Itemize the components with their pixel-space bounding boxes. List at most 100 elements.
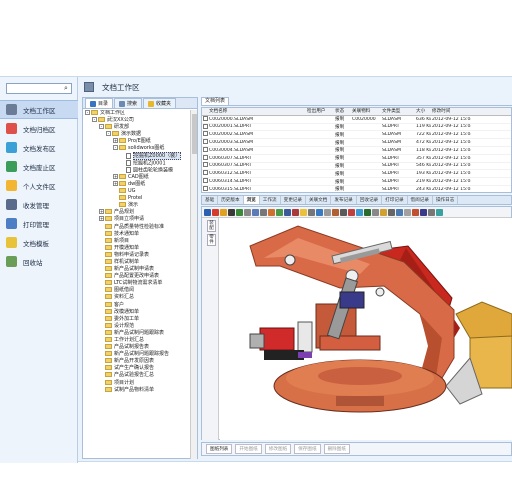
viewer-tab[interactable]: 操作日志: [433, 196, 459, 204]
tree-node[interactable]: - 武汉XX公司: [83, 117, 191, 124]
expand-icon[interactable]: +: [113, 138, 118, 144]
tree-node[interactable]: 资料汇总: [83, 294, 191, 301]
tree-node[interactable]: 物料申请记录表: [83, 251, 191, 259]
tree-scrollbar[interactable]: [190, 110, 197, 459]
table-row[interactable]: C0030004.SLDASM 报制 SLDASM 118 KB 2012-09-12 …: [202, 146, 511, 155]
viewer-tab[interactable]: 历史版本: [218, 196, 244, 204]
tree-node[interactable]: 试制产品物料清单: [83, 386, 191, 394]
toolbar-tool-icon[interactable]: [220, 208, 227, 216]
tree-node[interactable]: UG: [83, 188, 191, 195]
tab-catalog[interactable]: 目录: [85, 98, 114, 108]
tree-node[interactable]: - 文档工作区: [83, 110, 191, 117]
viewer-tab[interactable]: 基础: [202, 196, 219, 204]
tree-node[interactable]: 委外加工单: [83, 315, 191, 323]
sidebar-item-doc-abolish[interactable]: 文档废止区: [0, 157, 78, 176]
tree-node[interactable]: 项目计划: [83, 379, 191, 387]
toolbar-tool-icon[interactable]: [316, 208, 323, 216]
tree-node[interactable]: 挖掘机Z0000（装）: [83, 152, 191, 161]
tree-node[interactable]: 新项目: [83, 237, 191, 245]
column-header[interactable]: 状态: [334, 108, 351, 114]
toolbar-tool-icon[interactable]: [292, 208, 299, 216]
column-header[interactable]: 检出用户: [306, 108, 334, 114]
expand-icon[interactable]: +: [99, 216, 104, 222]
tree-node[interactable]: + CAD图纸: [83, 173, 191, 181]
viewer-side-tab[interactable]: 装配: [207, 220, 216, 232]
table-row[interactable]: C0060315.SLDPRT 报制 SLDPRT 243 KB 2012-09-12 …: [202, 185, 511, 192]
toolbar-tool-icon[interactable]: [204, 208, 211, 216]
tree-node[interactable]: 开模通知单: [83, 244, 191, 252]
tree-node[interactable]: + dw图纸: [83, 180, 191, 188]
sidebar-item-doc-publish[interactable]: 文档发布区: [0, 138, 78, 157]
collapse-icon[interactable]: -: [106, 131, 111, 137]
viewer-tab[interactable]: 回收记录: [357, 196, 383, 204]
toolbar-tool-icon[interactable]: [324, 208, 331, 216]
toolbar-tool-icon[interactable]: [420, 208, 427, 216]
toolbar-tool-icon[interactable]: [228, 208, 235, 216]
sidebar-item-print[interactable]: 打印管理: [0, 214, 78, 233]
expand-icon[interactable]: +: [99, 209, 104, 215]
toolbar-tool-icon[interactable]: [356, 208, 363, 216]
model-viewport[interactable]: [220, 218, 512, 440]
toolbar-tool-icon[interactable]: [300, 208, 307, 216]
sidebar-item-send-receive[interactable]: 收发管理: [0, 195, 78, 214]
toolbar-tool-icon[interactable]: [284, 208, 291, 216]
tree-node[interactable]: 演示: [83, 202, 191, 209]
column-header[interactable]: 大小: [415, 108, 431, 114]
table-row[interactable]: C0060307.SLDPRT 报制 SLDPRT 546 KB 2012-09-12 …: [202, 162, 511, 171]
tree-node[interactable]: + 项目立项申请: [83, 216, 191, 223]
tree-node[interactable]: 产品质量特性检验标准: [83, 223, 191, 231]
tab-favorites[interactable]: 收藏夹: [143, 98, 177, 108]
viewer-side-tab[interactable]: 零件: [207, 234, 216, 246]
viewer-tab[interactable]: 借阅记录: [408, 196, 433, 204]
table-row[interactable]: C0060307.SLDPRT 报制 SLDPRT 357 KB 2012-09-12 …: [202, 154, 511, 163]
tree-node[interactable]: 图纸借阅: [83, 287, 191, 294]
viewer-tab[interactable]: 浏览: [243, 196, 260, 204]
toolbar-tool-icon[interactable]: [364, 208, 371, 216]
tree-node[interactable]: 新产品试制问题跟踪表: [83, 329, 191, 337]
tree-node[interactable]: 样机试制单: [83, 258, 191, 266]
tab-search[interactable]: 搜索: [114, 98, 143, 108]
viewer-tab[interactable]: 工作流: [260, 196, 281, 204]
table-row[interactable]: C0060312.SLDPRT 报制 SLDPRT 193 KB 2012-09-12 …: [202, 170, 511, 179]
tree-node[interactable]: 圆柱齿轮轮换装模: [83, 166, 191, 174]
toolbar-tool-icon[interactable]: [212, 208, 219, 216]
tree-node[interactable]: 技术通知单: [83, 230, 191, 238]
collapse-icon[interactable]: -: [85, 110, 90, 115]
viewer-tab[interactable]: 打印记录: [382, 196, 408, 204]
search-icon[interactable]: ⌕: [62, 84, 70, 93]
toolbar-tool-icon[interactable]: [340, 208, 347, 216]
column-header[interactable]: 关联物料: [351, 108, 381, 114]
sidebar-item-personal-file[interactable]: 个人文件区: [0, 176, 78, 195]
column-header[interactable]: 文件类型: [381, 108, 415, 114]
tree-node[interactable]: 改模通知单: [83, 308, 191, 316]
toolbar-tool-icon[interactable]: [436, 208, 443, 216]
collapse-icon[interactable]: -: [92, 117, 97, 123]
tree-node[interactable]: 客户: [83, 301, 191, 309]
viewer-tab[interactable]: 发布记录: [331, 196, 357, 204]
table-row[interactable]: C0020003.SLDASM 报制 SLDASM 472 KB 2012-09-12 …: [202, 139, 511, 147]
table-row[interactable]: C0020002.SLDASM 报制 SLDASM 722 KB 2012-09-12 …: [202, 131, 511, 140]
tree-node[interactable]: LTC试制物流需求清单: [83, 280, 191, 287]
toolbar-tool-icon[interactable]: [380, 208, 387, 216]
sidebar-item-doc-work[interactable]: 文档工作区: [0, 100, 78, 119]
expand-icon[interactable]: +: [113, 173, 118, 179]
collapse-icon[interactable]: -: [99, 124, 104, 130]
sidebar-item-template[interactable]: 文档模板: [0, 233, 78, 252]
toolbar-tool-icon[interactable]: [396, 208, 403, 216]
column-header[interactable]: 修改时间: [431, 108, 471, 114]
toolbar-tool-icon[interactable]: [332, 208, 339, 216]
tree-node[interactable]: 设计规范: [83, 322, 191, 330]
sidebar-item-doc-archive[interactable]: 文档归档区: [0, 119, 78, 138]
viewer-tab[interactable]: 变更记录: [281, 196, 306, 204]
toolbar-tool-icon[interactable]: [276, 208, 283, 216]
table-row[interactable]: C0060314.SLDPRT 报制 SLDPRT 219 KB 2012-09-12 …: [202, 178, 511, 186]
toolbar-tool-icon[interactable]: [404, 208, 411, 216]
tree-node[interactable]: 产品试验报告汇总: [83, 372, 191, 379]
collapse-icon[interactable]: -: [113, 145, 118, 151]
toolbar-tool-icon[interactable]: [260, 208, 267, 216]
toolbar-tool-icon[interactable]: [372, 208, 379, 216]
search-input[interactable]: ⌕: [6, 83, 72, 94]
toolbar-tool-icon[interactable]: [236, 208, 243, 216]
toolbar-tool-icon[interactable]: [412, 208, 419, 216]
tree-node[interactable]: 挖掘机ZJ0001: [83, 159, 191, 167]
